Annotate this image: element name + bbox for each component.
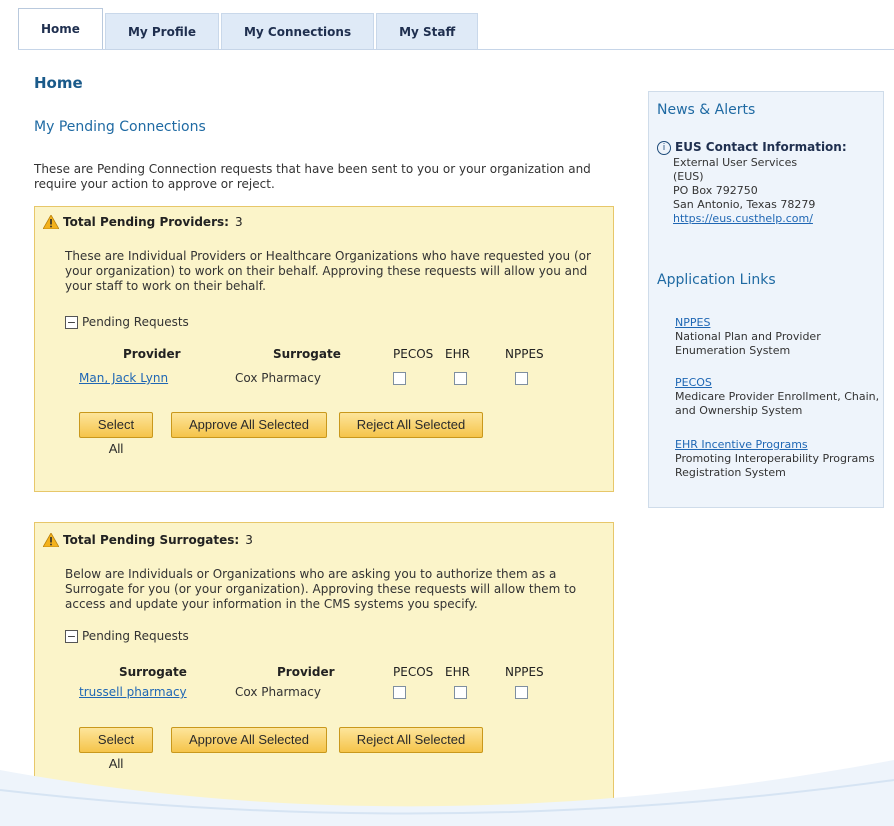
col-header-nppes: NPPES: [505, 665, 544, 679]
col-header-pecos: PECOS: [393, 665, 434, 679]
surrogate-link[interactable]: trussell pharmacy: [79, 685, 187, 699]
eus-website-link[interactable]: https://eus.custhelp.com/: [673, 212, 815, 226]
providers-description: These are Individual Providers or Health…: [65, 249, 591, 293]
providers-heading-label: Total Pending Providers:: [63, 215, 229, 229]
approve-all-selected-button[interactable]: Approve All Selected: [171, 412, 327, 438]
nppes-checkbox[interactable]: [515, 686, 528, 699]
eus-contact-title: EUS Contact Information:: [675, 140, 847, 154]
pecos-description: Medicare Provider Enrollment, Chain, and…: [675, 390, 880, 417]
ehr-checkbox[interactable]: [454, 686, 467, 699]
eus-line: (EUS): [673, 170, 704, 183]
col-header-surrogate: Surrogate: [273, 347, 341, 361]
tab-my-staff[interactable]: My Staff: [376, 13, 479, 50]
tab-my-connections[interactable]: My Connections: [220, 13, 375, 50]
providers-pending-toggle[interactable]: − Pending Requests: [65, 315, 189, 329]
intro-text: These are Pending Connection requests th…: [34, 162, 591, 191]
surrogates-description: Below are Individuals or Organizations w…: [65, 567, 577, 611]
eus-contact-body: External User Services (EUS) PO Box 7927…: [673, 156, 815, 226]
eus-line: PO Box 792750: [673, 184, 758, 197]
info-icon: i: [657, 141, 671, 155]
tab-my-profile[interactable]: My Profile: [104, 13, 219, 50]
col-header-nppes: NPPES: [505, 347, 544, 361]
surrogates-heading-label: Total Pending Surrogates:: [63, 533, 240, 547]
section-title: My Pending Connections: [34, 119, 206, 135]
nppes-link[interactable]: NPPES: [675, 316, 880, 330]
application-links-title: Application Links: [657, 272, 776, 288]
surrogates-heading: Total Pending Surrogates: 3: [43, 533, 253, 547]
tab-home[interactable]: Home: [18, 8, 103, 50]
select-all-button[interactable]: Select All: [79, 412, 153, 456]
collapse-icon: −: [65, 629, 78, 643]
providers-heading: Total Pending Providers: 3: [43, 215, 243, 229]
ehr-description: Promoting Interoperability Programs Regi…: [675, 452, 875, 479]
page-title: Home: [34, 74, 83, 92]
surrogates-count: 3: [245, 533, 253, 547]
col-header-ehr: EHR: [445, 665, 470, 679]
pecos-checkbox[interactable]: [393, 686, 406, 699]
app-link-nppes: NPPES National Plan and Provider Enumera…: [675, 316, 880, 358]
nppes-checkbox[interactable]: [515, 372, 528, 385]
col-header-pecos: PECOS: [393, 347, 434, 361]
news-alerts-sidebar: News & Alerts i EUS Contact Information:…: [648, 91, 884, 508]
tab-bar: Home My Profile My Connections My Staff: [18, 8, 480, 50]
ehr-checkbox[interactable]: [454, 372, 467, 385]
tab-divider: [18, 49, 894, 50]
surrogate-name: Cox Pharmacy: [235, 371, 321, 385]
col-header-ehr: EHR: [445, 347, 470, 361]
col-header-surrogate: Surrogate: [119, 665, 187, 679]
news-alerts-title: News & Alerts: [657, 102, 756, 118]
warning-icon: [43, 215, 59, 229]
eus-line: External User Services: [673, 156, 798, 169]
reject-all-selected-button[interactable]: Reject All Selected: [339, 412, 483, 438]
surrogates-pending-toggle[interactable]: − Pending Requests: [65, 629, 189, 643]
ehr-incentive-link[interactable]: EHR Incentive Programs: [675, 438, 880, 452]
background-swoosh: [0, 760, 894, 826]
providers-pending-label: Pending Requests: [82, 315, 189, 329]
provider-link[interactable]: Man, Jack Lynn: [79, 371, 168, 385]
pecos-checkbox[interactable]: [393, 372, 406, 385]
pending-providers-panel: Total Pending Providers: 3 These are Ind…: [34, 206, 614, 492]
surrogates-pending-label: Pending Requests: [82, 629, 189, 643]
providers-count: 3: [234, 215, 243, 229]
collapse-icon: −: [65, 315, 78, 329]
col-header-provider: Provider: [123, 347, 181, 361]
warning-icon: [43, 533, 59, 547]
provider-name: Cox Pharmacy: [235, 685, 321, 699]
app-link-ehr: EHR Incentive Programs Promoting Interop…: [675, 438, 880, 480]
nppes-description: National Plan and Provider Enumeration S…: [675, 330, 821, 357]
col-header-provider: Provider: [277, 665, 335, 679]
eus-contact-heading: i EUS Contact Information:: [657, 140, 847, 155]
pecos-link[interactable]: PECOS: [675, 376, 880, 390]
eus-line: San Antonio, Texas 78279: [673, 198, 816, 211]
app-link-pecos: PECOS Medicare Provider Enrollment, Chai…: [675, 376, 880, 418]
